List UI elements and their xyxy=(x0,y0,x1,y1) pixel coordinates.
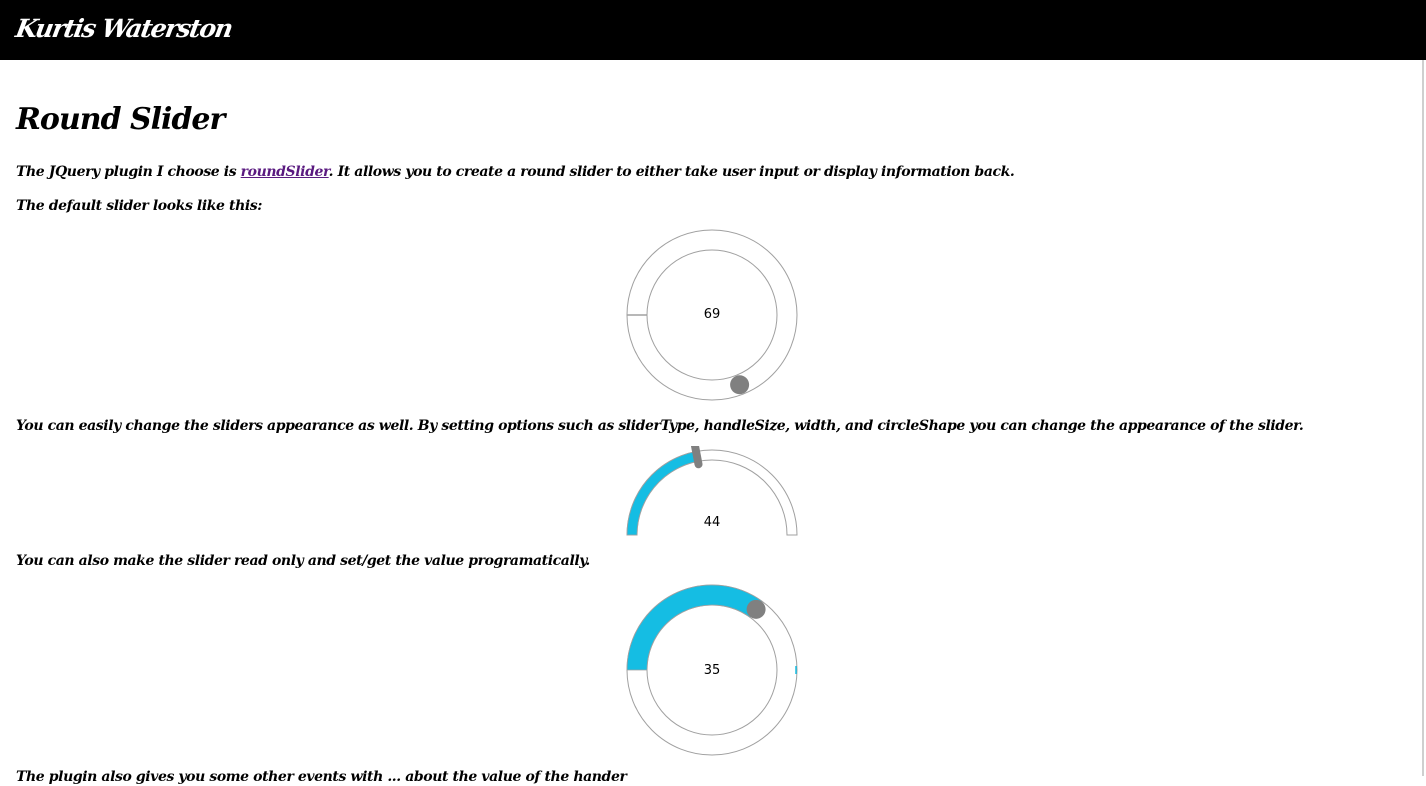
slider-value-label: 35 xyxy=(703,663,721,678)
roundslider-link[interactable]: roundSlider xyxy=(241,164,329,180)
intro-text-after: . It allows you to create a round slider… xyxy=(328,164,1015,180)
intro-text-before: The JQuery plugin I choose is xyxy=(16,164,241,180)
appearance-text: You can easily change the sliders appear… xyxy=(16,418,1304,434)
slider-value-label: 69 xyxy=(703,307,721,322)
slider-value-label: 44 xyxy=(703,515,721,530)
site-header: Kurtis Waterston xyxy=(0,0,1426,60)
half-round-slider[interactable]: 44 xyxy=(626,446,798,538)
bottom-paragraph: The plugin also gives you some other eve… xyxy=(16,769,627,785)
intro-paragraph: The JQuery plugin I choose is roundSlide… xyxy=(16,163,1015,181)
default-slider-text: The default slider looks like this: xyxy=(16,198,263,214)
readonly-text: You can also make the slider read only a… xyxy=(16,553,590,569)
default-round-slider[interactable]: 69 xyxy=(626,229,798,401)
readonly-round-slider: 35 xyxy=(626,584,798,756)
slider-handle xyxy=(690,446,703,469)
slider-handle xyxy=(746,599,766,619)
page-title: Round Slider xyxy=(16,102,225,137)
slider-handle xyxy=(730,375,750,395)
content-border xyxy=(1422,60,1424,776)
brand-logo[interactable]: Kurtis Waterston xyxy=(13,14,234,43)
